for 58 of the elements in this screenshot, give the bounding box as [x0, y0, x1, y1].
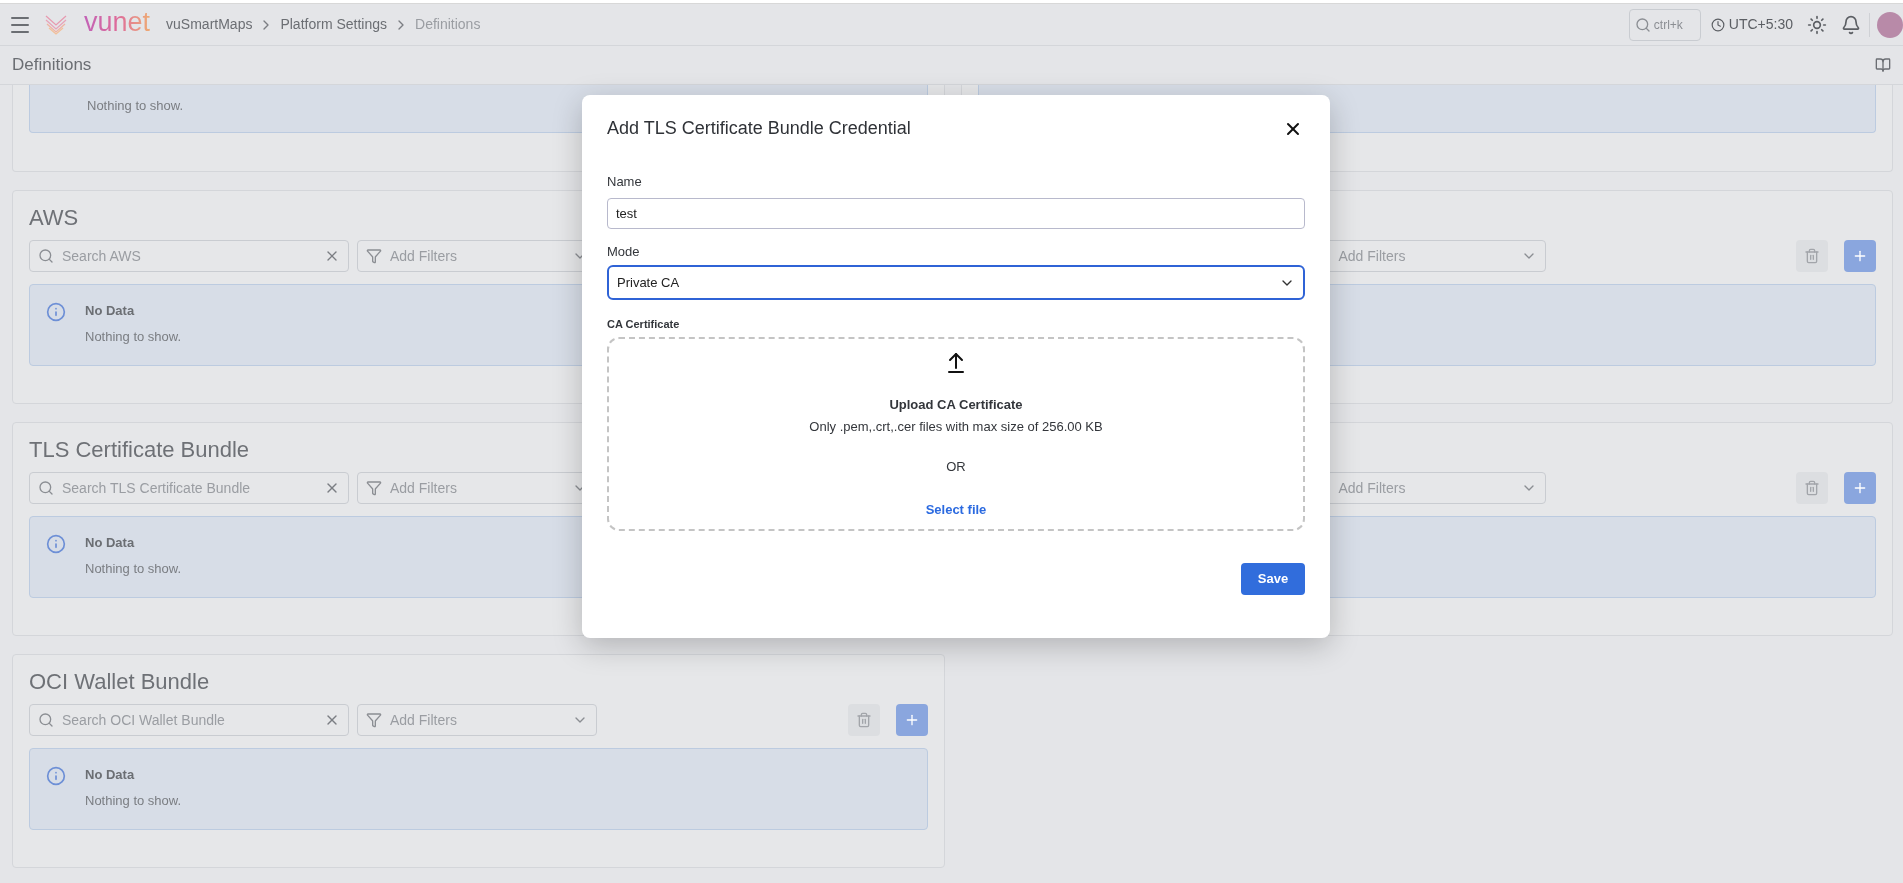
- page-title: Definitions: [12, 54, 92, 77]
- timezone-button[interactable]: UTC+5:30: [1710, 14, 1793, 35]
- plus-icon: [1852, 480, 1868, 496]
- search-icon: [38, 480, 54, 496]
- book-icon[interactable]: [1875, 57, 1891, 73]
- breadcrumb-link[interactable]: Definitions: [415, 14, 481, 35]
- trash-icon: [1804, 248, 1820, 264]
- filter-dropdown[interactable]: Add Filters: [357, 704, 597, 736]
- add-button[interactable]: [1844, 240, 1876, 272]
- info-icon: [46, 302, 66, 322]
- delete-button[interactable]: [847, 704, 880, 736]
- search-field[interactable]: ctrl+k: [1628, 8, 1701, 41]
- theme-icon[interactable]: [1807, 14, 1827, 35]
- trash-icon: [1804, 480, 1820, 496]
- funnel-icon: [366, 480, 382, 496]
- field-label: Mode: [607, 242, 641, 261]
- delete-button[interactable]: [1796, 240, 1828, 272]
- search-icon: [38, 712, 54, 728]
- panel-title: AWS: [29, 204, 79, 232]
- panel-title: OCI Wallet Bundle: [29, 668, 210, 696]
- alert-title: No Data: [85, 302, 136, 320]
- clock-icon: [1710, 17, 1725, 32]
- alert-message: Nothing to show.: [85, 792, 182, 810]
- field-label: CA Certificate: [607, 317, 681, 332]
- funnel-icon: [366, 248, 382, 264]
- search-field[interactable]: Search AWS: [29, 240, 349, 272]
- select-file-link[interactable]: Select file: [925, 500, 987, 520]
- plus-icon: [1852, 248, 1868, 264]
- breadcrumb-link[interactable]: vuSmartMaps: [166, 14, 253, 35]
- save-button[interactable]: Save: [1241, 562, 1305, 595]
- dropzone[interactable]: Upload CA Certificate Only .pem,.crt,.cer files with max size of 256.00 KB OR Select file: [607, 336, 1305, 531]
- trash-icon: [855, 712, 872, 728]
- avatar[interactable]: [1877, 11, 1903, 38]
- mode-select[interactable]: Private CA: [607, 265, 1305, 300]
- upload-hint: Only .pem,.crt,.cer files with max size of 256.00 KB: [809, 418, 1103, 436]
- info-icon: [46, 534, 66, 554]
- separator-text: OR: [946, 457, 966, 476]
- alert-title: No Data: [85, 534, 136, 552]
- breadcrumb-link[interactable]: Platform Settings: [280, 14, 388, 35]
- add-button[interactable]: [895, 704, 928, 736]
- notification-icon[interactable]: [1841, 14, 1861, 35]
- funnel-icon: [366, 712, 382, 728]
- search-icon: [1634, 16, 1651, 33]
- delete-button[interactable]: [1796, 472, 1828, 504]
- add-button[interactable]: [1844, 472, 1876, 504]
- name-field[interactable]: test: [607, 197, 1305, 229]
- info-icon: [46, 766, 66, 786]
- alert-title: No Data: [85, 766, 136, 784]
- alert-message: Nothing to show.: [87, 98, 184, 113]
- panel-title: TLS Certificate Bundle: [29, 436, 250, 464]
- search-icon: [38, 248, 54, 264]
- search-field[interactable]: Search TLS Certificate Bundle: [29, 472, 349, 504]
- field-label: Name: [607, 173, 643, 191]
- dialog-title: Add TLS Certificate Bundle Credential: [607, 117, 911, 140]
- upload-title: Upload CA Certificate: [889, 395, 1023, 414]
- alert-message: Nothing to show.: [85, 560, 182, 578]
- search-field[interactable]: Search OCI Wallet Bundle: [29, 704, 349, 736]
- alert-message: Nothing to show.: [85, 328, 182, 346]
